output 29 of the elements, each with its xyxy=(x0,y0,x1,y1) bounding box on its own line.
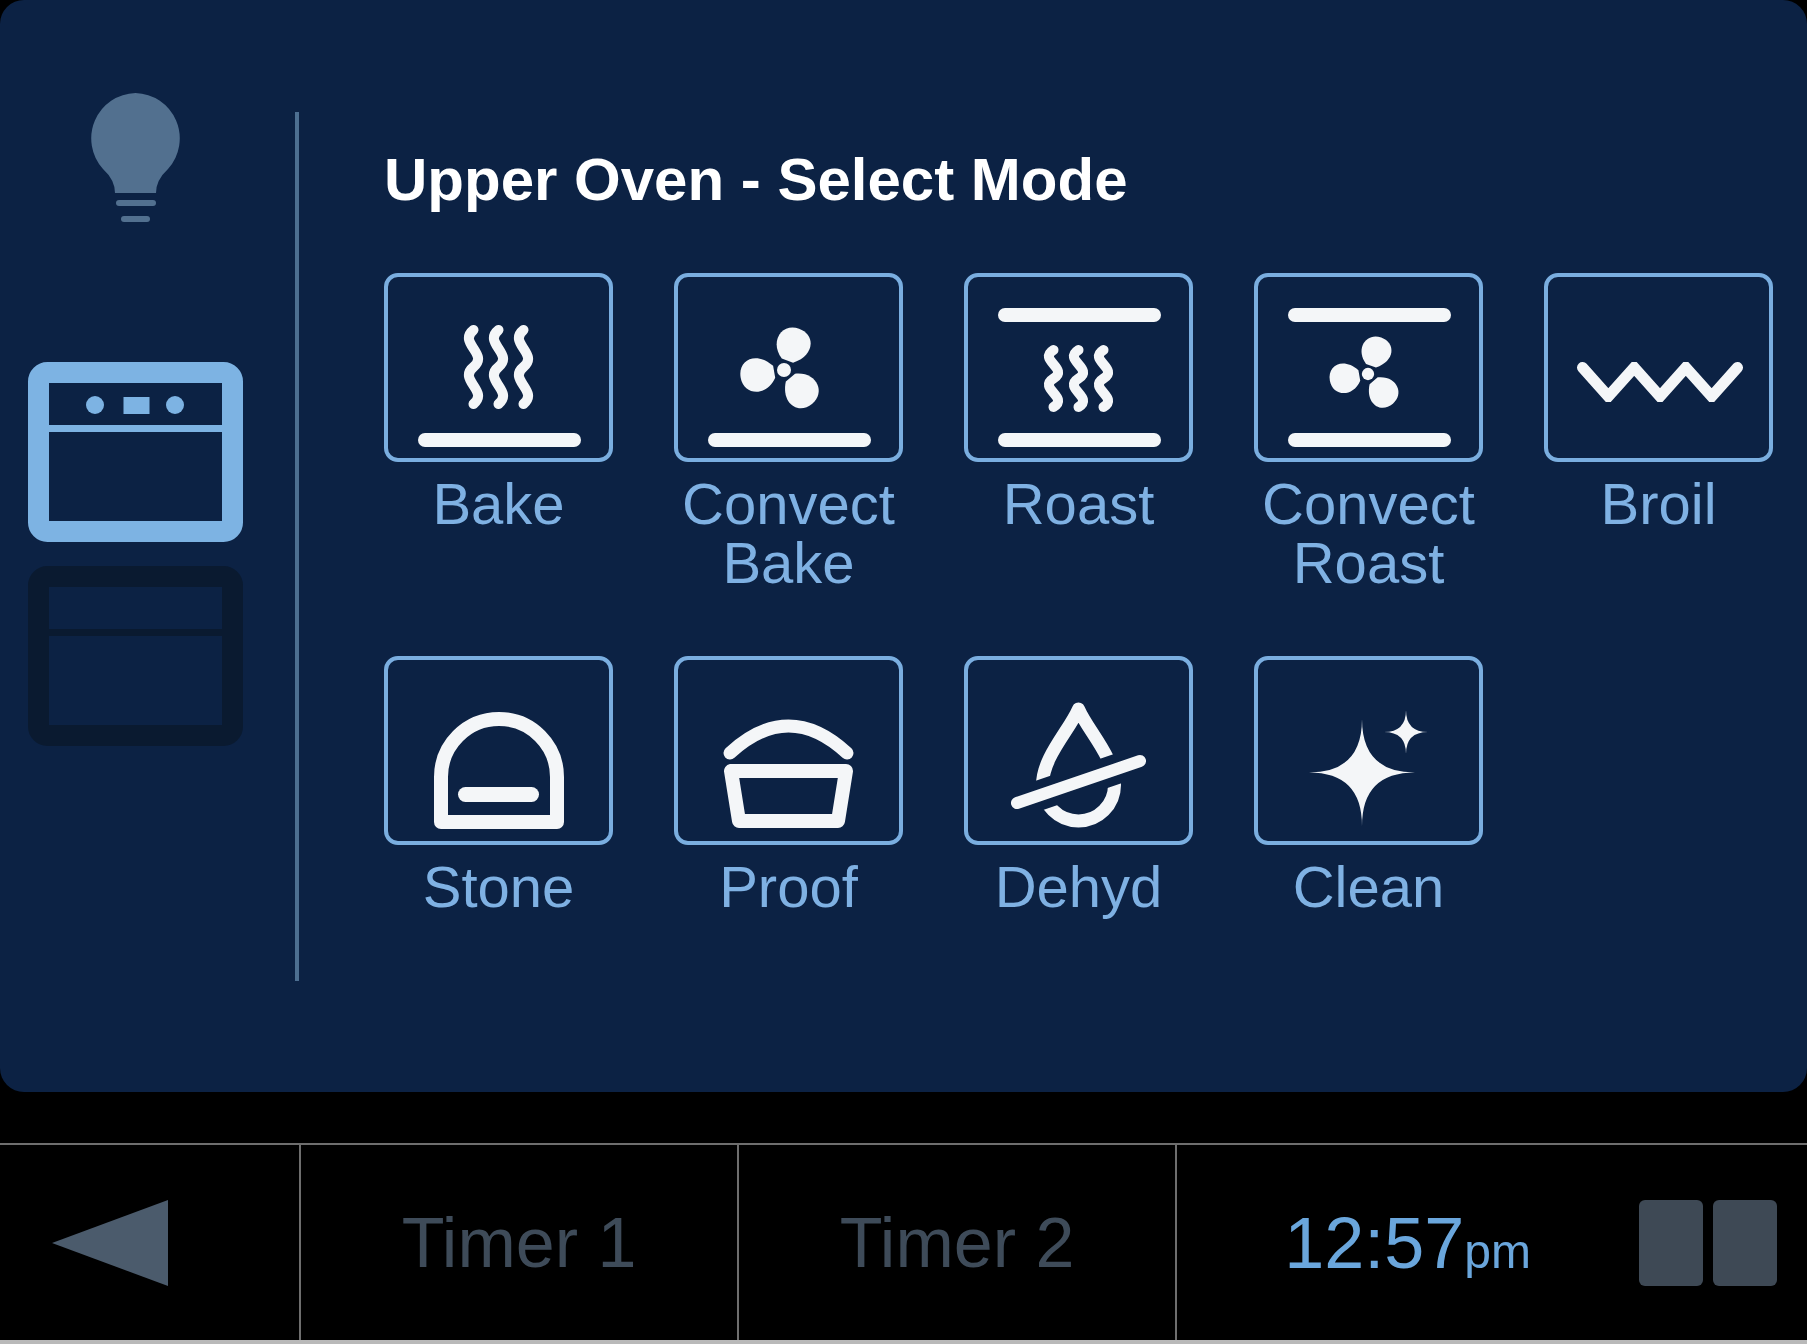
mode-button[interactable] xyxy=(964,656,1193,845)
dome-icon xyxy=(434,711,564,829)
mode-label: Convect Roast xyxy=(1261,474,1476,592)
oven-icon[interactable] xyxy=(28,362,243,542)
crossed-drop-icon xyxy=(1010,700,1147,829)
mode-button[interactable] xyxy=(384,656,613,845)
mode-label: Convect Bake xyxy=(681,474,896,592)
screen-title: Upper Oven - Select Mode xyxy=(384,145,1129,215)
mode-button[interactable] xyxy=(384,273,613,462)
back-arrow-icon xyxy=(52,1199,168,1286)
mode-label: Clean xyxy=(1291,857,1446,916)
clock-time: 12:57pm xyxy=(1284,1206,1531,1279)
mode-label: Broil xyxy=(1599,474,1718,533)
mode-label: Proof xyxy=(718,857,859,916)
mode-button[interactable] xyxy=(1254,273,1483,462)
waves-between-bars-icon xyxy=(998,308,1161,448)
mode-label: Stone xyxy=(421,857,576,916)
zigzag-icon xyxy=(1577,361,1743,402)
mode-label: Bake xyxy=(431,474,566,533)
mode-button[interactable] xyxy=(1544,273,1773,462)
mode-button[interactable] xyxy=(674,656,903,845)
mode-label: Roast xyxy=(1001,474,1156,533)
mode-button[interactable] xyxy=(1254,656,1483,845)
fan-between-bars-icon xyxy=(1288,308,1451,448)
bread-pan-icon xyxy=(722,717,855,829)
heat-waves-icon xyxy=(418,323,581,448)
mode-button[interactable] xyxy=(964,273,1193,462)
light-bulb-icon[interactable] xyxy=(90,93,181,223)
mode-button[interactable] xyxy=(674,273,903,462)
